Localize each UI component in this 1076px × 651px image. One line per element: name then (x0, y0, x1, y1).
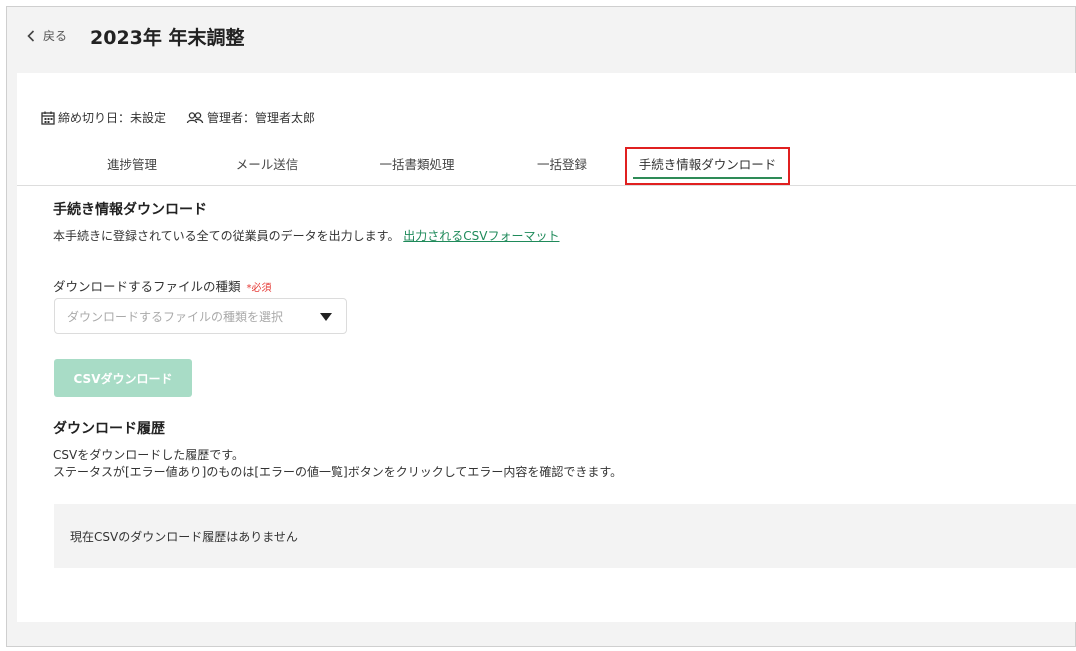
topbar: 戻る 2023年 年末調整 (7, 7, 1075, 73)
tab-label: 進捗管理 (106, 157, 157, 172)
deadline-text: 締め切り日：未設定 (58, 111, 167, 125)
tab-bar: 進捗管理 メール送信 一括書類処理 一括登録 手続き情報ダウンロード (17, 147, 1076, 186)
chevron-left-icon (27, 29, 35, 42)
history-section-title: ダウンロード履歴 (53, 421, 165, 437)
users-icon (186, 111, 204, 123)
download-section-title: 手続き情報ダウンロード (53, 202, 207, 218)
tab-mail[interactable]: メール送信 (217, 151, 317, 185)
tab-label: 一括登録 (536, 157, 587, 172)
csv-download-button[interactable]: CSVダウンロード (54, 359, 192, 397)
highlight-box (625, 147, 790, 185)
deadline-info: 締め切り日：未設定 (41, 109, 166, 126)
file-type-select[interactable]: ダウンロードするファイルの種類を選択 (54, 298, 347, 334)
empty-message: 現在CSVのダウンロード履歴はありません (70, 529, 298, 544)
caret-down-icon (320, 313, 332, 321)
meta-row: 締め切り日：未設定 管理者：管理者太郎 (41, 109, 315, 126)
history-desc-2: ステータスが[エラー値あり]のものは[エラーの値一覧]ボタンをクリックしてエラー… (53, 465, 623, 479)
manager-text: 管理者：管理者太郎 (207, 111, 316, 125)
tab-label: 一括書類処理 (379, 157, 455, 172)
download-description-text: 本手続きに登録されている全ての従業員のデータを出力します。 (53, 229, 400, 243)
file-type-label-text: ダウンロードするファイルの種類 (53, 279, 241, 294)
select-placeholder: ダウンロードするファイルの種類を選択 (67, 309, 284, 324)
download-description: 本手続きに登録されている全ての従業員のデータを出力します。 出力されるCSVフォ… (53, 228, 560, 245)
manager-info: 管理者：管理者太郎 (186, 109, 315, 126)
app-frame: 戻る 2023年 年末調整 締め切り日：未設定 管理者：管理者太郎 進捗管理 メ… (6, 6, 1076, 647)
back-link[interactable]: 戻る (27, 27, 67, 44)
back-label: 戻る (43, 29, 68, 43)
history-empty-state: 現在CSVのダウンロード履歴はありません (54, 504, 1076, 568)
csv-format-link[interactable]: 出力されるCSVフォーマット (403, 229, 559, 243)
tab-bulk-register[interactable]: 一括登録 (517, 151, 607, 185)
tab-bulk-documents[interactable]: 一括書類処理 (362, 151, 472, 185)
file-type-label: ダウンロードするファイルの種類 *必須 (53, 276, 272, 295)
history-desc-1: CSVをダウンロードした履歴です。 (53, 448, 245, 462)
tab-progress[interactable]: 進捗管理 (87, 151, 177, 185)
required-mark: *必須 (246, 283, 272, 294)
calendar-icon (41, 111, 55, 125)
main-card: 締め切り日：未設定 管理者：管理者太郎 進捗管理 メール送信 一括書類処理 一括… (17, 73, 1076, 622)
page-title: 2023年 年末調整 (90, 27, 245, 49)
tab-label: メール送信 (235, 157, 299, 172)
